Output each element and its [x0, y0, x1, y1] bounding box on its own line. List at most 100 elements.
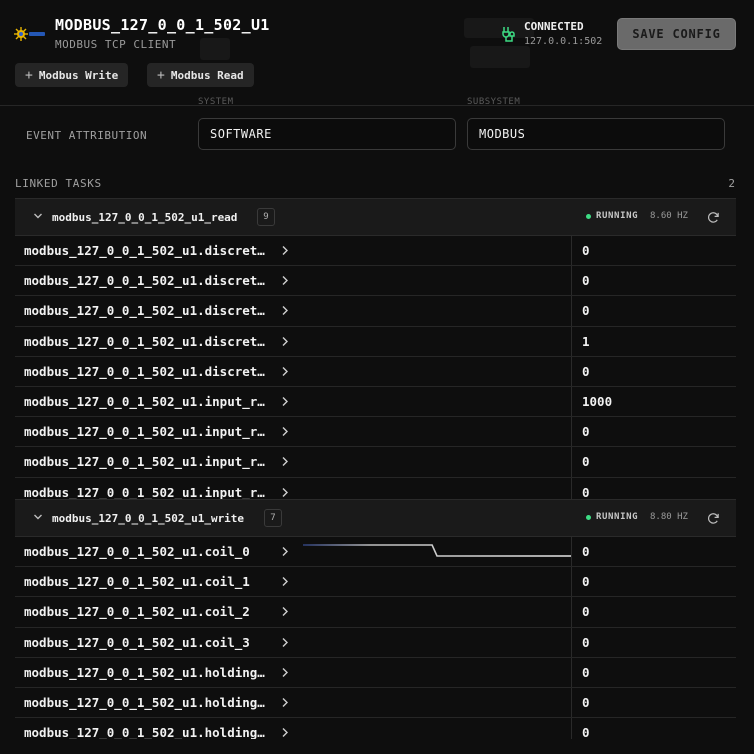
channel-value: 0: [582, 725, 590, 739]
channel-list: modbus_127_0_0_1_502_u1.discrete_input_0…: [15, 236, 736, 499]
channel-row[interactable]: modbus_127_0_0_1_502_u1.input_register_2…: [15, 447, 736, 478]
chevron-right-icon[interactable]: [281, 606, 289, 617]
channel-name: modbus_127_0_0_1_502_u1.holding_register…: [24, 725, 272, 739]
modbus-write-label: Modbus Write: [38, 68, 119, 82]
value-sparkline: [303, 645, 571, 648]
column-divider: [571, 718, 572, 739]
channel-row[interactable]: modbus_127_0_0_1_502_u1.holding_register…: [15, 657, 736, 688]
value-sparkline: [303, 706, 571, 708]
column-divider: [571, 386, 572, 417]
channel-value: 0: [582, 634, 590, 650]
column-divider: [571, 687, 572, 718]
system-caption: SYSTEM: [198, 97, 234, 107]
value-sparkline: [303, 333, 571, 336]
channel-row[interactable]: modbus_127_0_0_1_502_u1.discrete_input_2…: [15, 296, 736, 327]
channel-name: modbus_127_0_0_1_502_u1.input_register_1: [24, 424, 272, 440]
value-sparkline: [303, 585, 571, 587]
task-header[interactable]: modbus_127_0_0_1_502_u1_read 9 RUNNING 8.60…: [15, 198, 736, 236]
channel-name: modbus_127_0_0_1_502_u1.input_register_3: [24, 484, 272, 500]
column-divider: [571, 627, 572, 657]
device-logo-icon: [14, 27, 45, 41]
channel-value: 0: [582, 664, 590, 680]
channel-name: modbus_127_0_0_1_502_u1.input_register_0: [24, 393, 272, 409]
chevron-right-icon[interactable]: [281, 727, 289, 738]
channel-name: modbus_127_0_0_1_502_u1.discrete_input_2: [24, 303, 272, 319]
chevron-right-icon[interactable]: [281, 637, 289, 648]
chevron-right-icon[interactable]: [281, 487, 289, 498]
chevron-right-icon[interactable]: [281, 576, 289, 587]
channel-row[interactable]: modbus_127_0_0_1_502_u1.discrete_input_4…: [15, 356, 736, 387]
channel-value: 0: [582, 544, 590, 559]
modbus-write-button[interactable]: + Modbus Write: [15, 63, 129, 87]
chevron-down-icon[interactable]: [33, 512, 43, 522]
channel-value: 1000: [582, 393, 613, 409]
chevron-right-icon[interactable]: [281, 546, 289, 557]
save-config-button[interactable]: SAVE CONFIG: [617, 18, 736, 50]
channel-name: modbus_127_0_0_1_502_u1.coil_2: [24, 604, 250, 620]
refresh-icon[interactable]: [707, 211, 720, 224]
task-name: modbus_127_0_0_1_502_u1_read: [52, 211, 238, 224]
channel-row[interactable]: modbus_127_0_0_1_502_u1.holding_register…: [15, 687, 736, 719]
channel-list: modbus_127_0_0_1_502_u1.coil_0 0 modbus_12…: [15, 537, 736, 739]
chevron-right-icon[interactable]: [281, 245, 289, 256]
task-rate: 8.80 HZ: [650, 512, 688, 522]
channel-row[interactable]: modbus_127_0_0_1_502_u1.coil_3 0: [15, 627, 736, 658]
column-divider: [571, 567, 572, 597]
task-name: modbus_127_0_0_1_502_u1_write: [52, 512, 245, 525]
chevron-right-icon[interactable]: [281, 456, 289, 467]
column-divider: [571, 477, 572, 499]
system-field[interactable]: SOFTWARE: [198, 118, 456, 150]
status-dot-icon: [586, 214, 591, 219]
refresh-icon[interactable]: [707, 512, 720, 525]
channel-row[interactable]: modbus_127_0_0_1_502_u1.coil_0 0: [15, 537, 736, 568]
chevron-right-icon[interactable]: [281, 396, 289, 407]
channel-row[interactable]: modbus_127_0_0_1_502_u1.input_register_0…: [15, 386, 736, 418]
channel-row[interactable]: modbus_127_0_0_1_502_u1.coil_2 0: [15, 597, 736, 628]
chevron-right-icon[interactable]: [281, 667, 289, 678]
channel-name: modbus_127_0_0_1_502_u1.discrete_input_4: [24, 363, 272, 379]
modbus-read-label: Modbus Read: [170, 68, 244, 82]
chevron-right-icon[interactable]: [281, 426, 289, 437]
channel-value: 0: [582, 454, 590, 470]
task-section-read: modbus_127_0_0_1_502_u1_read 9 RUNNING 8.60…: [15, 198, 736, 499]
value-sparkline: [303, 675, 571, 678]
channel-value: 0: [582, 604, 590, 620]
device-title: MODBUS_127_0_0_1_502_U1: [55, 16, 270, 34]
value-sparkline: [303, 736, 571, 738]
chevron-right-icon[interactable]: [281, 305, 289, 316]
background-ghost: [470, 46, 530, 68]
channel-row[interactable]: modbus_127_0_0_1_502_u1.coil_1 0: [15, 567, 736, 598]
chevron-right-icon[interactable]: [281, 366, 289, 377]
subsystem-field[interactable]: MODBUS: [467, 118, 725, 150]
task-header[interactable]: modbus_127_0_0_1_502_u1_write 7 RUNNING 8.8…: [15, 499, 736, 537]
connection-address: 127.0.0.1:502: [524, 36, 603, 47]
channel-row[interactable]: modbus_127_0_0_1_502_u1.discrete_input_3…: [15, 326, 736, 357]
value-sparkline: [303, 544, 571, 557]
status-dot-icon: [586, 515, 591, 520]
channel-value: 0: [582, 484, 590, 500]
channel-name: modbus_127_0_0_1_502_u1.coil_0: [24, 544, 250, 559]
channel-name: modbus_127_0_0_1_502_u1.discrete_input_1: [24, 273, 272, 289]
modbus-read-button[interactable]: + Modbus Read: [147, 63, 254, 87]
value-sparkline: [303, 465, 571, 468]
chevron-right-icon[interactable]: [281, 697, 289, 708]
background-ghost: [200, 38, 230, 60]
connection-status: CONNECTED: [524, 20, 584, 33]
chevron-right-icon[interactable]: [281, 275, 289, 286]
task-status: RUNNING: [596, 512, 639, 522]
plug-connected-icon: [502, 27, 515, 42]
channel-value: 0: [582, 574, 590, 590]
device-header: MODBUS_127_0_0_1_502_U1 MODBUS TCP CLIEN…: [0, 0, 754, 106]
channel-row[interactable]: modbus_127_0_0_1_502_u1.holding_register…: [15, 718, 736, 739]
channel-name: modbus_127_0_0_1_502_u1.discrete_input_0: [24, 243, 272, 258]
task-section-write: modbus_127_0_0_1_502_u1_write 7 RUNNING 8.8…: [15, 499, 736, 739]
column-divider: [571, 597, 572, 627]
channel-row[interactable]: modbus_127_0_0_1_502_u1.input_register_1…: [15, 417, 736, 448]
value-sparkline: [303, 495, 571, 498]
channel-row[interactable]: modbus_127_0_0_1_502_u1.discrete_input_0…: [15, 236, 736, 267]
chevron-down-icon[interactable]: [33, 211, 43, 221]
channel-row[interactable]: modbus_127_0_0_1_502_u1.discrete_input_1…: [15, 266, 736, 297]
column-divider: [571, 447, 572, 477]
channel-row[interactable]: modbus_127_0_0_1_502_u1.input_register_3…: [15, 477, 736, 500]
chevron-right-icon[interactable]: [281, 336, 289, 347]
